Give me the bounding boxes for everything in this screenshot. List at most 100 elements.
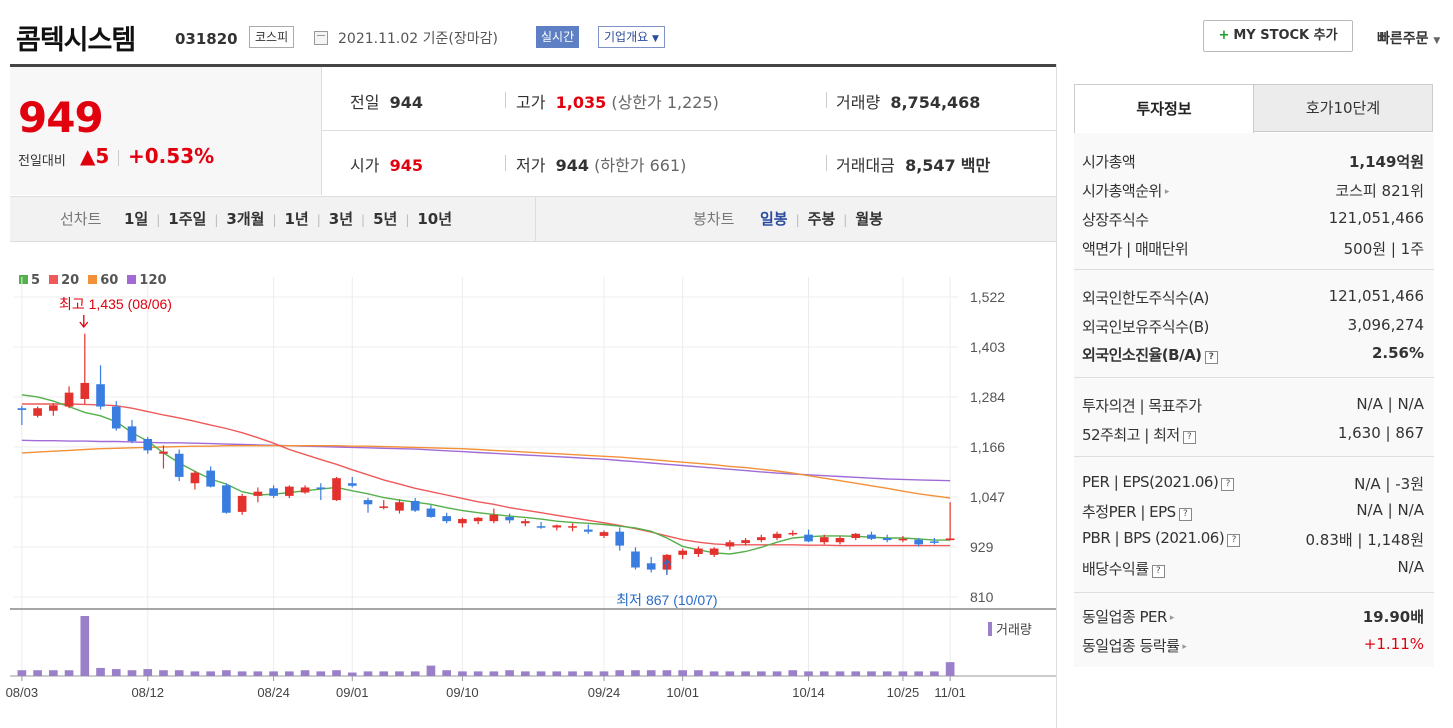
help-icon[interactable]: ? <box>1204 351 1218 364</box>
candle-body <box>64 392 74 407</box>
info-row: 52주최고 | 최저? 1,630 | 867 <box>1082 424 1424 452</box>
candle-body <box>285 486 294 496</box>
volume-bar <box>709 671 719 676</box>
dividend-yield-value: N/A <box>1397 558 1424 576</box>
est-per-eps-value: N/A | N/A <box>1356 501 1424 519</box>
est-per-eps-label: 추정PER | EPS <box>1082 503 1176 521</box>
volume-bar <box>489 671 499 676</box>
volume-legend-swatch <box>988 622 992 636</box>
candle-body <box>521 521 530 524</box>
info-row[interactable]: 동일업종 PER ▸ 19.90배 <box>1082 606 1424 634</box>
market-cap-rank-label: 시가총액순위 <box>1082 182 1162 200</box>
volume-bar <box>804 671 813 676</box>
candle-body <box>426 508 436 517</box>
x-tick-label: 10/14 <box>792 685 825 700</box>
x-tick-label: 11/01 <box>934 685 966 700</box>
candle-body <box>882 538 892 541</box>
section-divider <box>1074 592 1434 593</box>
volume-bar <box>17 670 27 676</box>
info-row[interactable]: 시가총액순위 ▸ 코스피 821위 <box>1082 180 1424 208</box>
opinion-target-value: N/A | N/A <box>1356 395 1424 413</box>
candle-body <box>914 539 923 545</box>
volume-bar <box>300 670 310 676</box>
y-tick-label: 1,403 <box>970 339 1005 355</box>
x-tick-label: 08/03 <box>6 685 39 700</box>
candle-body <box>694 548 703 555</box>
volume-bar <box>285 671 294 676</box>
tab-order-book-10[interactable]: 호가10단계 <box>1253 84 1433 132</box>
help-icon[interactable]: ? <box>1221 478 1235 491</box>
per-eps-value: N/A | -3원 <box>1354 475 1424 493</box>
help-icon[interactable]: ? <box>1227 534 1241 547</box>
add-my-stock-label: MY STOCK 추가 <box>1233 28 1338 43</box>
volume-bar <box>190 671 200 676</box>
candle-body <box>536 526 546 528</box>
candle-body <box>174 453 184 477</box>
foreign-exhaustion-label: 외국인소진율(B/A) <box>1082 346 1202 364</box>
high-arrow-icon <box>79 315 89 329</box>
help-icon[interactable]: ? <box>1182 431 1196 444</box>
arrow-right-icon: ▸ <box>1169 613 1175 623</box>
candle-body <box>316 487 326 489</box>
tab-investment-info[interactable]: 투자정보 <box>1074 84 1254 134</box>
candle-body <box>269 488 278 496</box>
volume-bar <box>143 669 153 676</box>
candle-body <box>111 406 121 429</box>
x-tick-label: 10/01 <box>666 685 699 700</box>
candle-body <box>300 487 310 493</box>
stock-candlestick-chart[interactable]: 1,522 1,403 1,284 1,166 1,047 929 810 08/03 08/1… <box>0 0 1056 728</box>
volume-bar <box>347 672 357 676</box>
quick-order-button[interactable]: 빠른주문 ▼ <box>1377 28 1440 48</box>
candle-body <box>741 540 750 544</box>
candle-body <box>505 516 514 521</box>
candle-body <box>489 514 499 522</box>
candle-body <box>631 551 640 568</box>
volume-bar <box>662 670 672 676</box>
volume-bar <box>269 671 278 676</box>
candle-body <box>819 537 829 543</box>
info-row: 외국인보유주식수(B) 3,096,274 <box>1082 316 1424 344</box>
candle-body <box>678 550 687 555</box>
volume-bar <box>788 670 798 676</box>
candle-body <box>757 537 766 541</box>
volume-bar <box>33 670 42 676</box>
candle-body <box>206 470 215 487</box>
help-icon[interactable]: ? <box>1151 565 1165 578</box>
market-cap-rank-value: 코스피 821위 <box>1335 182 1424 200</box>
candle-body <box>788 532 798 535</box>
volume-bar <box>253 671 263 676</box>
candle-body <box>17 408 27 410</box>
per-eps-label: PER | EPS(2021.06) <box>1082 473 1219 491</box>
section-divider <box>1074 269 1434 270</box>
info-row: 배당수익률? N/A <box>1082 558 1424 586</box>
volume-bar <box>914 671 923 676</box>
candle-body <box>568 526 577 528</box>
panel-divider <box>1056 64 1057 728</box>
candle-body <box>945 538 955 541</box>
info-row[interactable]: 동일업종 등락률 ▸ +1.11% <box>1082 635 1424 663</box>
candle-body <box>237 495 247 512</box>
help-icon[interactable]: ? <box>1178 508 1192 521</box>
volume-bar <box>222 670 231 676</box>
volume-bar <box>772 671 782 676</box>
candle-body <box>442 516 451 522</box>
volume-bar <box>930 671 939 676</box>
quick-order-label: 빠른주문 <box>1377 31 1429 47</box>
volume-bar <box>725 671 735 676</box>
pbr-bps-value: 0.83배 | 1,148원 <box>1305 531 1424 549</box>
candle-body <box>190 472 200 484</box>
foreign-limit-value: 121,051,466 <box>1328 287 1424 305</box>
y-tick-label: 929 <box>970 539 994 555</box>
candle-body <box>395 502 404 511</box>
y-tick-label: 1,284 <box>970 389 1005 405</box>
volume-bar <box>819 671 829 676</box>
volume-bar <box>631 670 640 676</box>
volume-bar <box>521 671 530 676</box>
volume-bar <box>646 670 656 676</box>
candle-body <box>143 438 153 451</box>
info-row: 외국인한도주식수(A) 121,051,466 <box>1082 287 1424 315</box>
candle-body <box>804 534 813 542</box>
add-my-stock-button[interactable]: + MY STOCK 추가 <box>1203 20 1353 52</box>
volume-bar <box>127 670 137 676</box>
x-tick-label: 08/12 <box>131 685 164 700</box>
